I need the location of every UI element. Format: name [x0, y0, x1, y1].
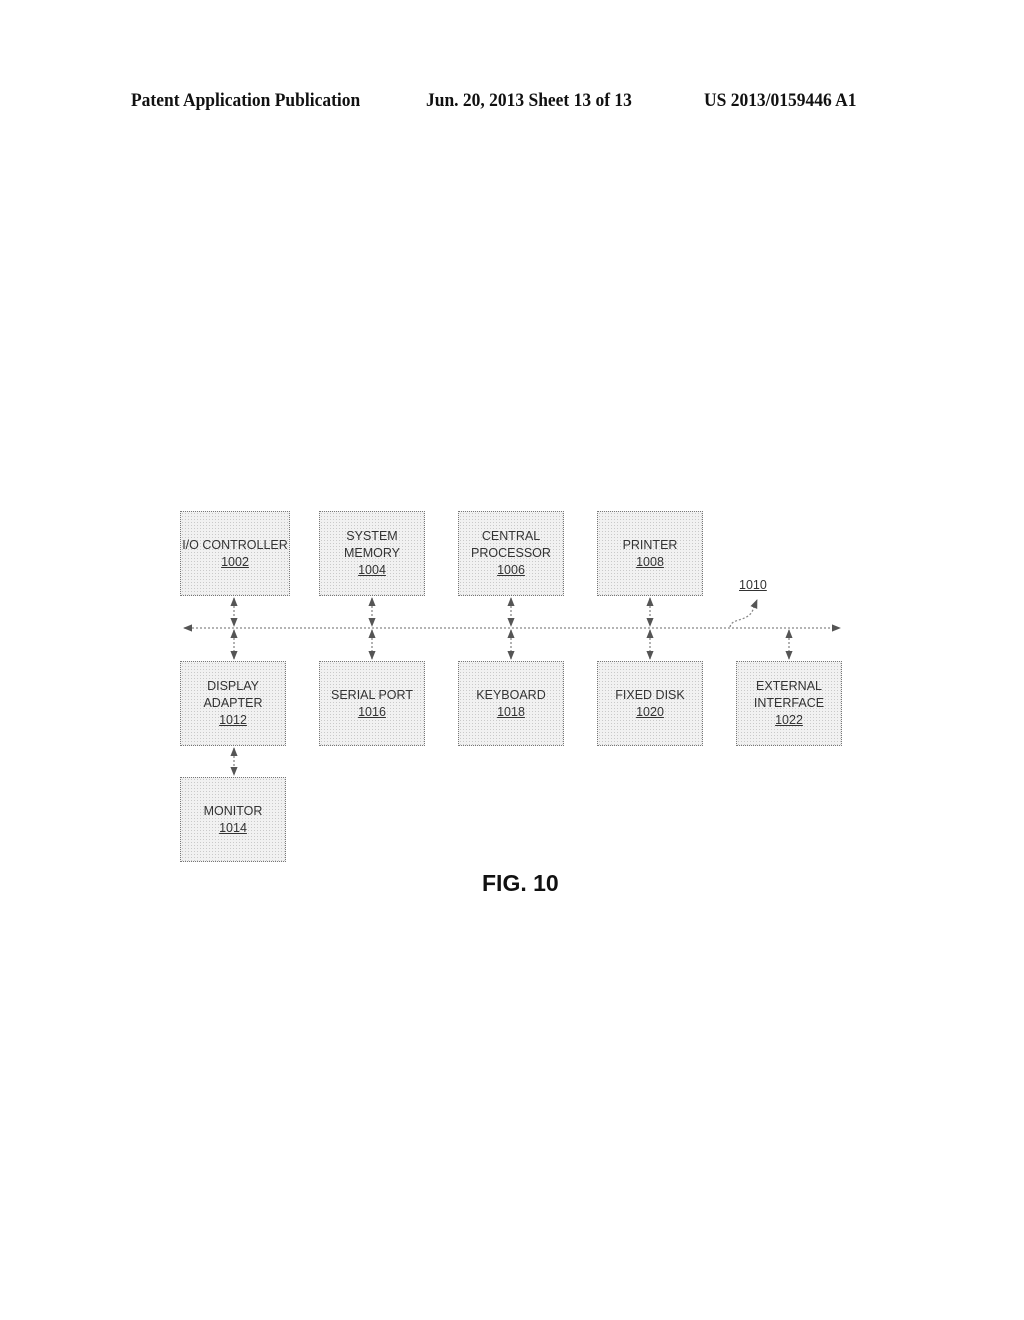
block-number: 1002 — [221, 554, 249, 569]
block-display-adapter: DISPLAY ADAPTER 1012 — [180, 661, 286, 746]
block-label: CENTRAL — [481, 529, 541, 543]
block-label: ADAPTER — [203, 696, 263, 710]
block-number: 1022 — [775, 713, 803, 727]
block-keyboard: KEYBOARD 1018 — [458, 661, 564, 746]
block-label: I/O CONTROLLER — [182, 537, 288, 552]
block-external-interface: EXTERNAL INTERFACE 1022 — [736, 661, 842, 746]
block-label: PROCESSOR — [471, 546, 551, 560]
block-label: MEMORY — [343, 546, 401, 560]
block-label: PRINTER — [622, 537, 678, 552]
block-number: 1006 — [497, 563, 525, 577]
figure-label: FIG. 10 — [482, 870, 559, 896]
bus-ref-leader — [729, 599, 758, 628]
block-number: 1008 — [636, 554, 664, 569]
block-number: 1018 — [497, 704, 525, 719]
bus-reference-number: 1010 — [739, 578, 767, 592]
block-label: EXTERNAL — [756, 679, 822, 693]
block-io-controller: I/O CONTROLLER 1002 — [180, 511, 290, 596]
block-label: DISPLAY — [207, 679, 259, 693]
block-number: 1020 — [636, 704, 664, 719]
block-label: FIXED DISK — [615, 687, 685, 702]
block-label: KEYBOARD — [476, 687, 546, 702]
block-central-processor: CENTRAL PROCESSOR 1006 — [458, 511, 564, 596]
block-label: SYSTEM — [346, 529, 398, 543]
block-serial-port: SERIAL PORT 1016 — [319, 661, 425, 746]
block-label: INTERFACE — [753, 696, 825, 710]
block-system-memory: SYSTEM MEMORY 1004 — [319, 511, 425, 596]
connection-lines — [183, 597, 841, 776]
block-monitor: MONITOR 1014 — [180, 777, 286, 862]
block-number: 1012 — [219, 713, 247, 727]
block-fixed-disk: FIXED DISK 1020 — [597, 661, 703, 746]
block-number: 1004 — [358, 563, 386, 577]
block-label: SERIAL PORT — [331, 687, 413, 702]
block-number: 1014 — [219, 820, 247, 835]
block-printer: PRINTER 1008 — [597, 511, 703, 596]
block-label: MONITOR — [203, 803, 263, 818]
block-number: 1016 — [358, 704, 386, 719]
